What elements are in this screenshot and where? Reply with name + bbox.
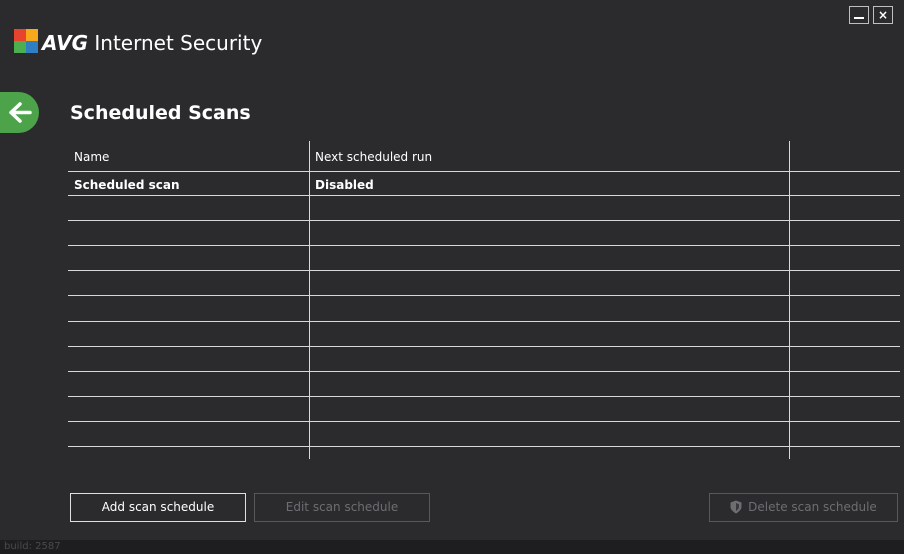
app-brand: AVG [42,31,89,55]
schedule-table: Name Next scheduled run Scheduled scan D… [68,141,900,459]
column-divider [789,141,790,459]
build-number: build: 2587 [4,541,61,552]
close-icon: × [877,8,889,22]
table-row-next-run[interactable]: Disabled [315,175,374,195]
row-divider [68,295,900,296]
close-button[interactable]: × [873,6,893,24]
column-header-next-run[interactable]: Next scheduled run [315,147,432,167]
add-scan-schedule-button[interactable]: Add scan schedule [70,493,246,522]
back-button[interactable] [0,92,39,133]
delete-scan-schedule-label: Delete scan schedule [748,500,877,514]
delete-scan-schedule-button[interactable]: Delete scan schedule [709,493,898,522]
avg-logo-icon [14,29,38,53]
row-divider [68,171,900,172]
row-divider [68,446,900,447]
row-divider [68,371,900,372]
column-header-name[interactable]: Name [74,147,109,167]
edit-scan-schedule-button[interactable]: Edit scan schedule [254,493,430,522]
arrow-left-icon [9,102,32,123]
status-bar: build: 2587 [0,540,904,554]
row-divider [68,396,900,397]
shield-icon [730,500,742,513]
row-divider [68,421,900,422]
page-title: Scheduled Scans [70,102,251,124]
minimize-button[interactable] [849,6,869,24]
row-divider [68,270,900,271]
app-product: Internet Security [94,31,263,55]
column-divider [309,141,310,459]
main-window: AVG Internet Security × Scheduled Scans … [0,0,904,540]
app-title: AVG Internet Security [42,30,262,56]
row-divider [68,245,900,246]
row-divider [68,346,900,347]
table-row-name[interactable]: Scheduled scan [74,175,180,195]
minimize-icon [854,17,864,19]
row-divider [68,220,900,221]
row-divider [68,321,900,322]
row-divider [68,195,900,196]
